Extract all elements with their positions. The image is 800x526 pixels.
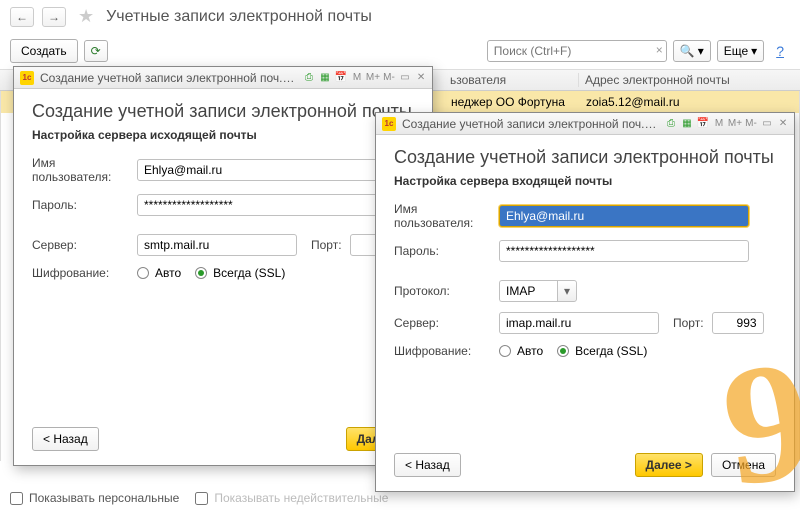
- encryption-auto-radio[interactable]: Авто: [137, 266, 181, 280]
- encryption-auto-label: Авто: [155, 266, 181, 280]
- protocol-value[interactable]: [499, 280, 557, 302]
- back-button[interactable]: < Назад: [32, 427, 99, 451]
- password-label: Пароль:: [394, 244, 499, 258]
- server-label: Сервер:: [394, 316, 499, 330]
- port-label: Порт:: [311, 238, 342, 252]
- print-icon[interactable]: ⎙: [664, 117, 678, 131]
- refresh-button[interactable]: ⟳: [84, 40, 108, 62]
- grid-icon[interactable]: ▦: [680, 117, 694, 131]
- nav-forward-button[interactable]: →: [42, 7, 66, 27]
- username-label: Имя пользователя:: [32, 156, 137, 184]
- back-button[interactable]: < Назад: [394, 453, 461, 477]
- app-1c-icon: 1c: [20, 71, 34, 85]
- help-link[interactable]: ?: [776, 43, 784, 59]
- show-invalid-checkbox[interactable]: Показывать недействительные: [195, 491, 388, 505]
- password-input[interactable]: [137, 194, 385, 216]
- radio-off-icon: [137, 267, 149, 279]
- show-invalid-label: Показывать недействительные: [214, 491, 388, 505]
- encryption-ssl-radio[interactable]: Всегда (SSL): [195, 266, 285, 280]
- encryption-ssl-radio[interactable]: Всегда (SSL): [557, 344, 647, 358]
- username-input[interactable]: [499, 205, 749, 227]
- calendar-icon[interactable]: 📅: [334, 71, 348, 85]
- m-icon[interactable]: M: [350, 71, 364, 85]
- dialog-incoming-titlebar[interactable]: 1c Создание учетной записи электронной п…: [376, 113, 794, 135]
- password-label: Пароль:: [32, 198, 137, 212]
- chevron-down-icon[interactable]: ▾: [557, 280, 577, 302]
- radio-on-icon: [195, 267, 207, 279]
- username-input[interactable]: [137, 159, 385, 181]
- more-label: Еще: [724, 44, 748, 58]
- cancel-button[interactable]: Отмена: [711, 453, 776, 477]
- col-email: Адрес электронной почты: [585, 73, 730, 87]
- refresh-icon: ⟳: [91, 44, 101, 58]
- chevron-down-icon: ▾: [698, 44, 704, 58]
- maximize-icon[interactable]: ▭: [760, 117, 774, 131]
- m-icon[interactable]: M: [712, 117, 726, 131]
- server-input[interactable]: [137, 234, 297, 256]
- protocol-select[interactable]: ▾: [499, 280, 577, 302]
- encryption-auto-radio[interactable]: Авто: [499, 344, 543, 358]
- close-icon[interactable]: ✕: [414, 71, 428, 85]
- create-button[interactable]: Создать: [10, 39, 78, 63]
- encryption-auto-label: Авто: [517, 344, 543, 358]
- server-label: Сервер:: [32, 238, 137, 252]
- cell-user: неджер ОО Фортуна: [451, 95, 565, 109]
- dialog-incoming-heading: Создание учетной записи электронной почт…: [394, 147, 776, 168]
- username-label: Имя пользователя:: [394, 202, 499, 230]
- port-input[interactable]: [712, 312, 764, 334]
- favorite-star-icon[interactable]: ★: [78, 6, 94, 27]
- chevron-down-icon: ▾: [751, 44, 757, 58]
- more-button[interactable]: Еще ▾: [717, 40, 764, 62]
- col-user: ьзователя: [450, 73, 506, 87]
- next-button[interactable]: Далее >: [635, 453, 703, 477]
- search-input[interactable]: [487, 40, 667, 62]
- app-1c-icon: 1c: [382, 117, 396, 131]
- search-options-button[interactable]: 🔍 ▾: [673, 40, 711, 62]
- close-icon[interactable]: ✕: [776, 117, 790, 131]
- radio-on-icon: [557, 345, 569, 357]
- m-minus-icon[interactable]: M-: [382, 71, 396, 85]
- m-plus-icon[interactable]: M+: [728, 117, 742, 131]
- show-personal-checkbox[interactable]: Показывать персональные: [10, 491, 179, 505]
- radio-off-icon: [499, 345, 511, 357]
- encryption-label: Шифрование:: [32, 266, 137, 280]
- show-personal-input[interactable]: [10, 492, 23, 505]
- protocol-label: Протокол:: [394, 284, 499, 298]
- dialog-outgoing: 1c Создание учетной записи электронной п…: [13, 66, 433, 466]
- dialog-incoming: 1c Создание учетной записи электронной п…: [375, 112, 795, 492]
- show-personal-label: Показывать персональные: [29, 491, 179, 505]
- m-plus-icon[interactable]: M+: [366, 71, 380, 85]
- nav-back-button[interactable]: ←: [10, 7, 34, 27]
- magnifier-icon: 🔍: [680, 44, 695, 58]
- dialog-outgoing-heading: Создание учетной записи электронной почт…: [32, 101, 414, 122]
- encryption-ssl-label: Всегда (SSL): [575, 344, 647, 358]
- cell-email: zoia5.12@mail.ru: [586, 95, 680, 109]
- print-icon[interactable]: ⎙: [302, 71, 316, 85]
- show-invalid-input[interactable]: [195, 492, 208, 505]
- search-box: ×: [487, 40, 667, 62]
- toolbar: Создать ⟳ × 🔍 ▾ Еще ▾ ?: [0, 33, 800, 69]
- server-input[interactable]: [499, 312, 659, 334]
- dialog-incoming-caption: Создание учетной записи электронной поч.…: [402, 117, 658, 131]
- dialog-outgoing-titlebar[interactable]: 1c Создание учетной записи электронной п…: [14, 67, 432, 89]
- footer: Показывать персональные Показывать недей…: [10, 491, 388, 505]
- dialog-outgoing-caption: Создание учетной записи электронной поч.…: [40, 71, 296, 85]
- dialog-outgoing-sub: Настройка сервера исходящей почты: [32, 128, 414, 142]
- page-title: Учетные записи электронной почты: [106, 8, 372, 26]
- m-minus-icon[interactable]: M-: [744, 117, 758, 131]
- password-input[interactable]: [499, 240, 749, 262]
- maximize-icon[interactable]: ▭: [398, 71, 412, 85]
- encryption-ssl-label: Всегда (SSL): [213, 266, 285, 280]
- dialog-incoming-sub: Настройка сервера входящей почты: [394, 174, 776, 188]
- topbar: ← → ★ Учетные записи электронной почты: [0, 0, 800, 33]
- grid-icon[interactable]: ▦: [318, 71, 332, 85]
- search-clear-icon[interactable]: ×: [656, 43, 663, 57]
- encryption-label: Шифрование:: [394, 344, 499, 358]
- port-label: Порт:: [673, 316, 704, 330]
- calendar-icon[interactable]: 📅: [696, 117, 710, 131]
